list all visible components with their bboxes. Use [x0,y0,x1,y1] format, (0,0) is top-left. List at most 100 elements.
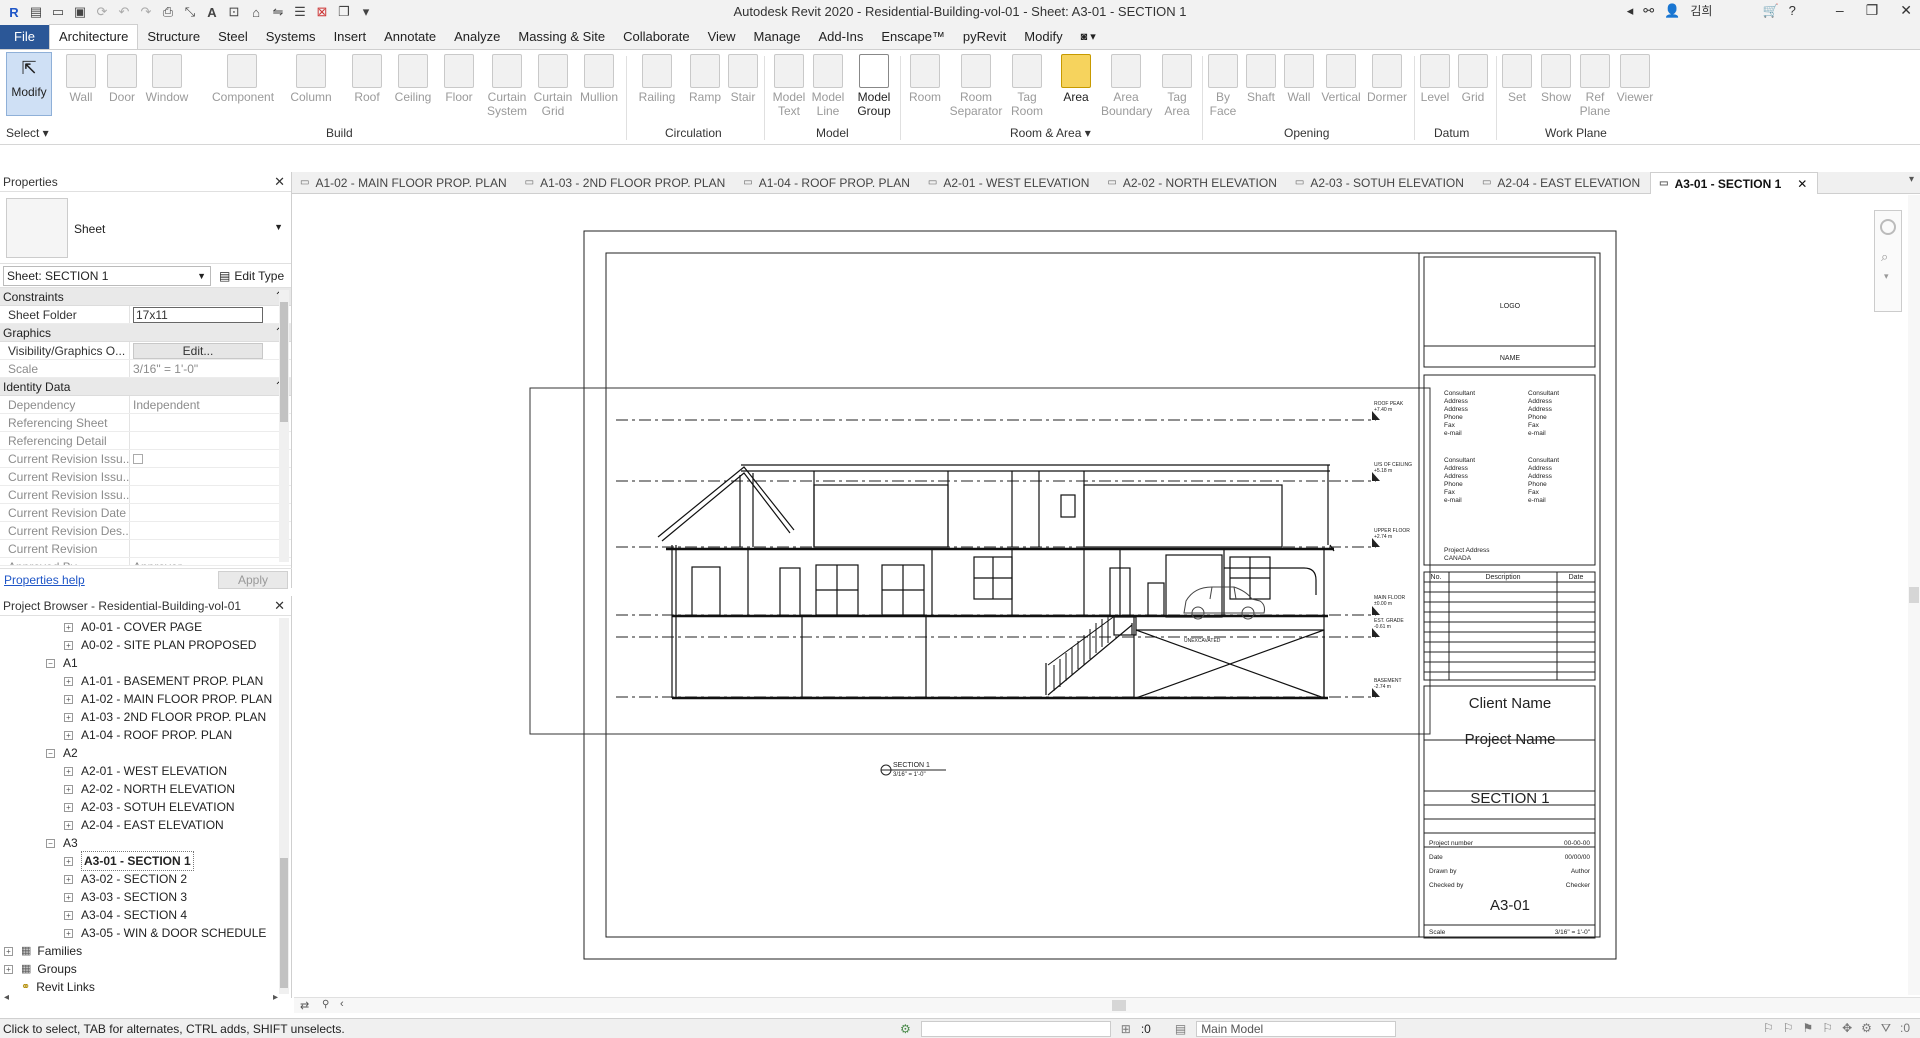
tab-massing-site[interactable]: Massing & Site [509,25,614,49]
home-icon[interactable]: ▤ [26,2,46,22]
expand-icon[interactable]: + [64,640,73,650]
tree-item[interactable]: + A0-01 - COVER PAGE [0,618,280,636]
tree-item[interactable]: + A3-03 - SECTION 3 [0,888,280,906]
tree-item-selected[interactable]: + A3-01 - SECTION 1 [0,851,280,871]
background-processes-icon[interactable]: ⚙ [1861,1021,1872,1036]
wall-tool[interactable]: Wall [58,54,104,104]
steering-wheel-icon[interactable] [1880,219,1896,235]
view-tab[interactable]: ▭ A2-02 - NORTH ELEVATION [1099,172,1287,194]
collapse-icon[interactable]: − [46,748,55,758]
tab-manage[interactable]: Manage [745,25,810,49]
tab-file[interactable]: File [0,25,49,49]
tree-folder[interactable]: − A2 [0,744,280,762]
workset-dropdown[interactable] [920,1021,1111,1037]
wall-opening-tool[interactable]: Wall [1276,54,1322,104]
scroll-thumb[interactable] [1112,1000,1126,1011]
tree-item[interactable]: + A1-03 - 2ND FLOOR PROP. PLAN [0,708,280,726]
measure-icon[interactable]: ⤡ [180,2,200,22]
tab-analyze[interactable]: Analyze [445,25,509,49]
category-constraints[interactable]: Constraints⌃ [0,288,291,306]
tab-view[interactable]: View [699,25,745,49]
expand-icon[interactable]: + [64,676,73,686]
drag-elements-icon[interactable]: ✥ [1842,1021,1852,1036]
view-tab[interactable]: ▭ A1-02 - MAIN FLOOR PROP. PLAN [292,172,517,194]
close-tab-icon[interactable]: ✕ [1797,173,1807,195]
model-group-tool[interactable]: Model Group [851,54,897,118]
tree-item[interactable]: + A2-01 - WEST ELEVATION [0,762,280,780]
view-tab[interactable]: ▭ A1-04 - ROOF PROP. PLAN [735,172,920,194]
drawing-canvas[interactable]: ROOF PEAK +7.40 m U/S OF CEILING +5.18 m… [294,195,1906,997]
model-line-tool[interactable]: Model Line [805,54,851,118]
vertical-opening-tool[interactable]: Vertical [1318,54,1364,104]
checkbox[interactable] [133,454,143,464]
binoculars-icon[interactable]: ⚯ [1643,3,1654,19]
tag-room-tool[interactable]: Tag Room [1004,54,1050,118]
chevron-down-icon[interactable]: ▾ [1884,271,1889,282]
expand-icon[interactable]: + [64,820,73,830]
tree-item[interactable]: + A2-03 - SOTUH ELEVATION [0,798,280,816]
tab-annotate[interactable]: Annotate [375,25,445,49]
view-tab[interactable]: ▭ A2-01 - WEST ELEVATION [920,172,1100,194]
restore-button[interactable]: ❐ [1866,2,1879,19]
category-identity-data[interactable]: Identity Data⌃ [0,378,291,396]
dormer-tool[interactable]: Dormer [1364,54,1410,104]
floor-tool[interactable]: Floor [436,54,482,104]
close-icon[interactable]: ✕ [274,172,285,192]
area-tool[interactable]: Area [1053,54,1099,104]
close-icon[interactable]: ✕ [274,596,285,616]
ribbon-toggle-icon[interactable]: ◙ ▾ [1072,25,1105,49]
scroll-left-icon[interactable]: ‹ [340,998,344,1010]
expand-icon[interactable]: + [64,802,73,812]
expand-icon[interactable]: + [64,694,73,704]
tree-item[interactable]: + A3-05 - WIN & DOOR SCHEDULE [0,924,280,942]
close-hidden-icon[interactable]: ⊠ [312,2,332,22]
undo-icon[interactable]: ↶ [114,2,134,22]
redo-icon[interactable]: ↷ [136,2,156,22]
expand-icon[interactable]: + [4,964,13,974]
window-tool[interactable]: Window [144,54,190,104]
room-separator-tool[interactable]: Room Separator [948,54,1004,118]
tree-root[interactable]: + ▦ Groups [0,960,280,978]
sheet-folder-field[interactable]: 17x11 [133,307,263,323]
expand-icon[interactable]: + [64,874,73,884]
customize-qat-icon[interactable]: ▾ [356,2,376,22]
browser-hscroll[interactable]: ◂ ▸ [0,992,280,1004]
stair-tool[interactable]: Stair [720,54,766,104]
tab-insert[interactable]: Insert [325,25,376,49]
collapse-icon[interactable]: − [46,658,55,668]
cart-icon[interactable]: 🛒 [1762,3,1778,19]
section-icon[interactable]: ⇋ [268,2,288,22]
save-icon[interactable]: ▣ [70,2,90,22]
canvas-vscroll[interactable] [1908,195,1920,995]
canvas-hscroll[interactable]: ⇄ ⚲ ‹ [294,997,1920,1013]
tab-add-ins[interactable]: Add-Ins [810,25,873,49]
expand-icon[interactable]: + [4,946,13,956]
railing-tool[interactable]: Railing [634,54,680,104]
tree-folder[interactable]: − A3 [0,834,280,852]
print-icon[interactable]: ⎙ [158,2,178,22]
tag-icon[interactable]: ⊡ [224,2,244,22]
curtain-grid-tool[interactable]: Curtain Grid [530,54,576,118]
tree-item[interactable]: + A2-04 - EAST ELEVATION [0,816,280,834]
expand-icon[interactable]: + [64,766,73,776]
tab-enscape[interactable]: Enscape™ [872,25,954,49]
viewer-tool[interactable]: Viewer [1612,54,1658,104]
tree-item[interactable]: + A3-02 - SECTION 2 [0,870,280,888]
close-button[interactable]: ✕ [1900,2,1912,19]
user-icon[interactable]: 👤 [1664,3,1680,19]
type-selector[interactable]: Sheet ▼ [0,192,291,264]
editable-only-icon[interactable]: ⊞ [1121,1022,1131,1036]
open-icon[interactable]: ▭ [48,2,68,22]
expand-icon[interactable]: + [64,712,73,722]
design-options-icon[interactable]: ▤ [1175,1022,1186,1036]
tree-item[interactable]: + A1-01 - BASEMENT PROP. PLAN [0,672,280,690]
tree-item[interactable]: + A0-02 - SITE PLAN PROPOSED [0,636,280,654]
modify-tool[interactable]: ⇱ Modify [6,52,52,116]
group-room-area[interactable]: Room & Area ▾ [1010,126,1091,140]
chevron-down-icon[interactable]: ▼ [274,222,283,232]
tab-systems[interactable]: Systems [257,25,325,49]
scroll-thumb[interactable] [1909,587,1919,603]
search-arrow-icon[interactable]: ◂ [1627,3,1634,19]
browser-scrollbar[interactable] [279,618,289,994]
pin-icon[interactable]: ⚲ [322,999,329,1010]
